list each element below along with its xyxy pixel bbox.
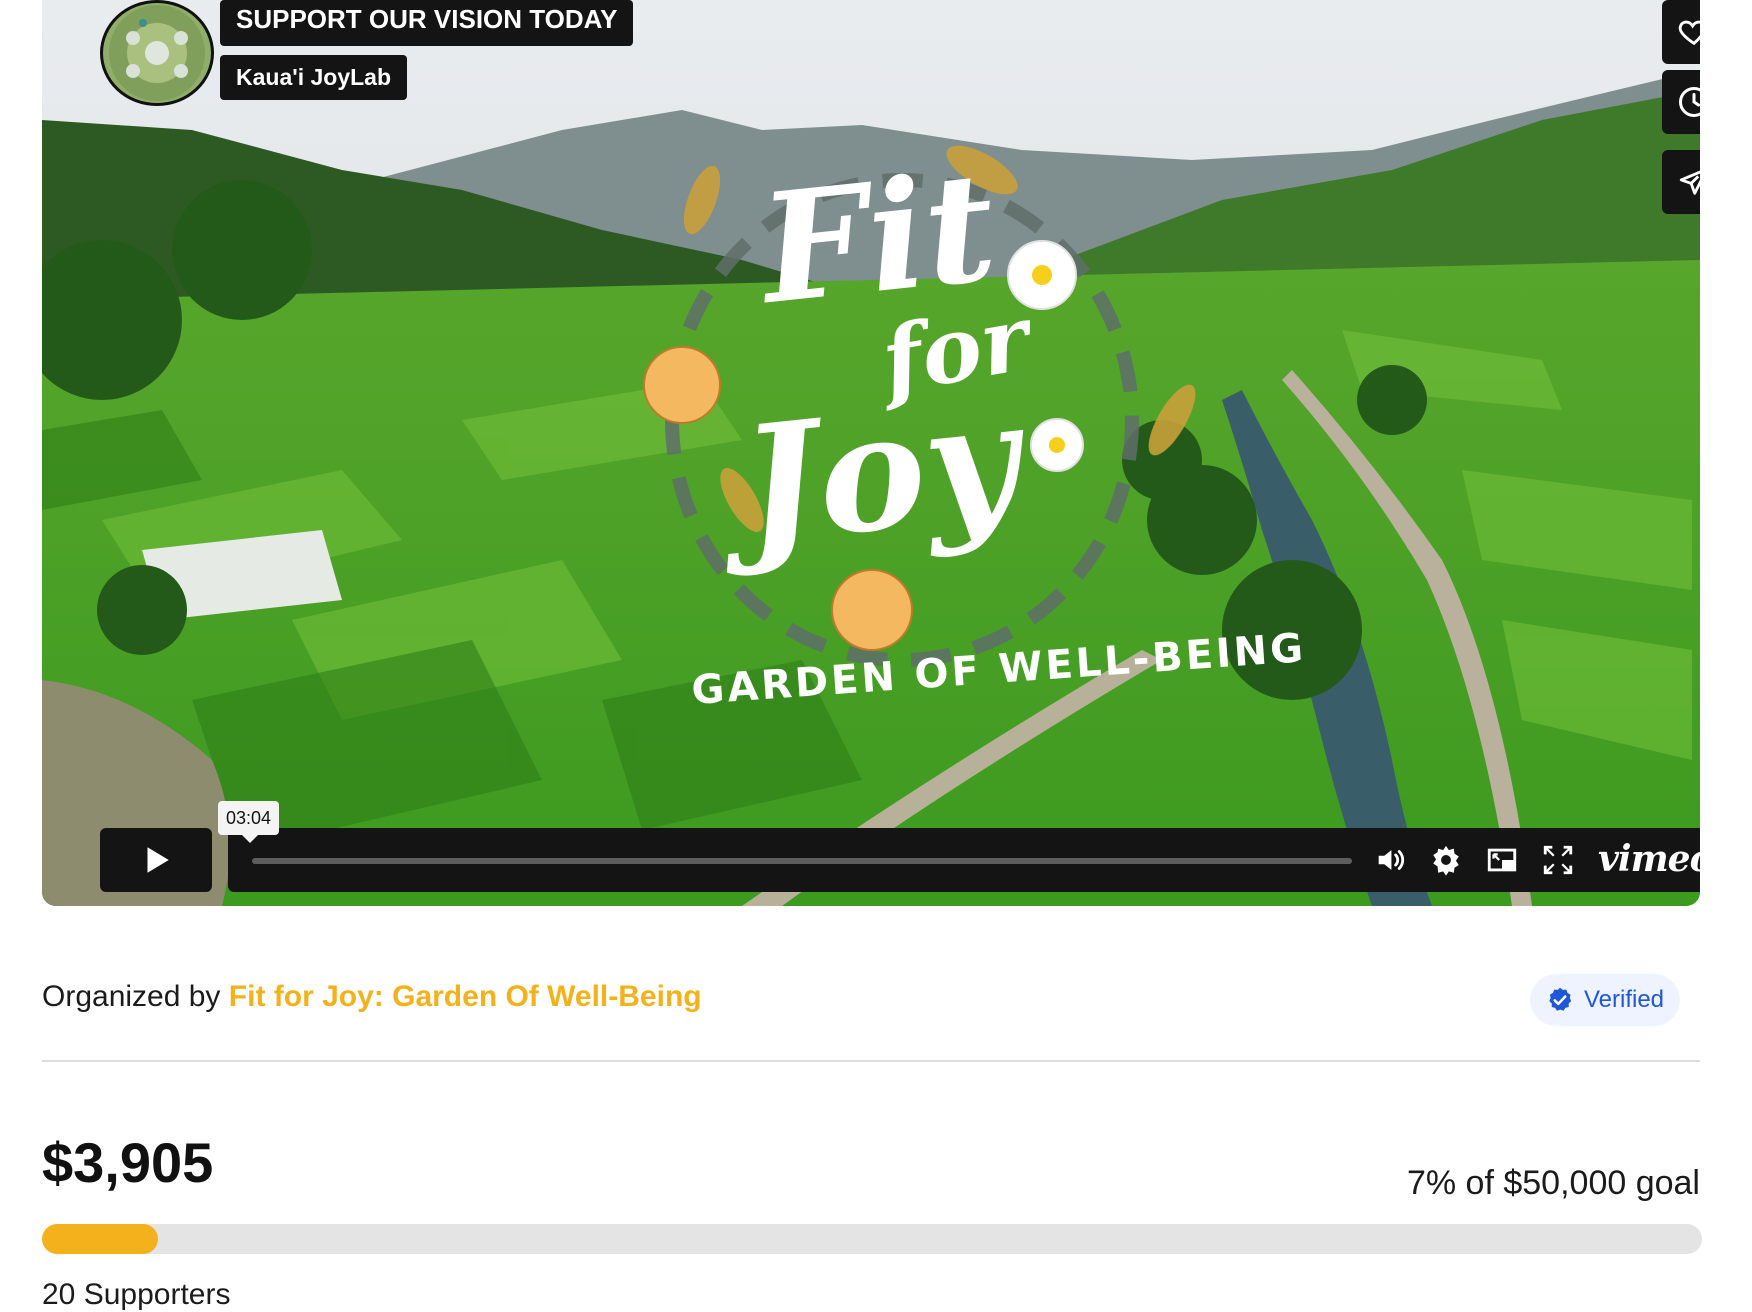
- verified-label: Verified: [1583, 986, 1665, 1013]
- organizer-name-link[interactable]: Fit for Joy: Garden Of Well-Being: [229, 980, 702, 1013]
- like-button[interactable]: [1662, 0, 1700, 64]
- video-player[interactable]: Fit for Joy GARDEN OF WELL-BEING SUPPORT…: [42, 0, 1700, 906]
- video-owner-tag[interactable]: Kaua'i JoyLab: [220, 55, 408, 100]
- send-icon: [1679, 170, 1700, 195]
- player-controls: vimeo: [228, 828, 1700, 892]
- supporters-count[interactable]: 20 Supporters: [42, 1278, 230, 1312]
- fullscreen-icon: [1543, 845, 1573, 875]
- amount-raised: $3,905: [42, 1131, 214, 1194]
- verified-badge[interactable]: Verified: [1530, 974, 1680, 1026]
- volume-icon: [1378, 850, 1405, 870]
- play-icon: [147, 847, 169, 873]
- verified-check-icon: [1549, 987, 1572, 1011]
- vimeo-logo[interactable]: vimeo: [1598, 838, 1700, 880]
- funding-progress-fill: [42, 1224, 159, 1254]
- fullscreen-button[interactable]: [1540, 842, 1576, 878]
- heart-icon: [1678, 20, 1700, 46]
- video-title-tag[interactable]: SUPPORT OUR VISION TODAY: [220, 0, 634, 46]
- video-frame-landscape: Fit for Joy GARDEN OF WELL-BEING: [42, 0, 1700, 906]
- volume-button[interactable]: [1372, 842, 1408, 878]
- pip-icon: [1487, 848, 1517, 872]
- organizer-prefix: Organized by: [42, 980, 221, 1013]
- settings-icon: [1433, 845, 1459, 876]
- settings-button[interactable]: [1428, 842, 1464, 878]
- organizer-avatar[interactable]: [100, 0, 214, 106]
- funding-progress-bar: [42, 1224, 1702, 1254]
- time-tooltip: 03:04: [218, 801, 280, 843]
- pip-button[interactable]: [1484, 842, 1520, 878]
- organizer-line: Organized by Fit for Joy: Garden Of Well…: [42, 980, 702, 1014]
- watch-later-button[interactable]: [1662, 70, 1700, 134]
- share-button[interactable]: [1662, 150, 1700, 214]
- play-button[interactable]: [100, 828, 212, 892]
- section-divider: [42, 1060, 1700, 1062]
- goal-text: 7% of $50,000 goal: [1406, 1164, 1700, 1202]
- progress-scrubber[interactable]: [252, 858, 1352, 864]
- clock-icon: [1679, 87, 1700, 117]
- overlay-title-joy: Joy: [707, 363, 1036, 583]
